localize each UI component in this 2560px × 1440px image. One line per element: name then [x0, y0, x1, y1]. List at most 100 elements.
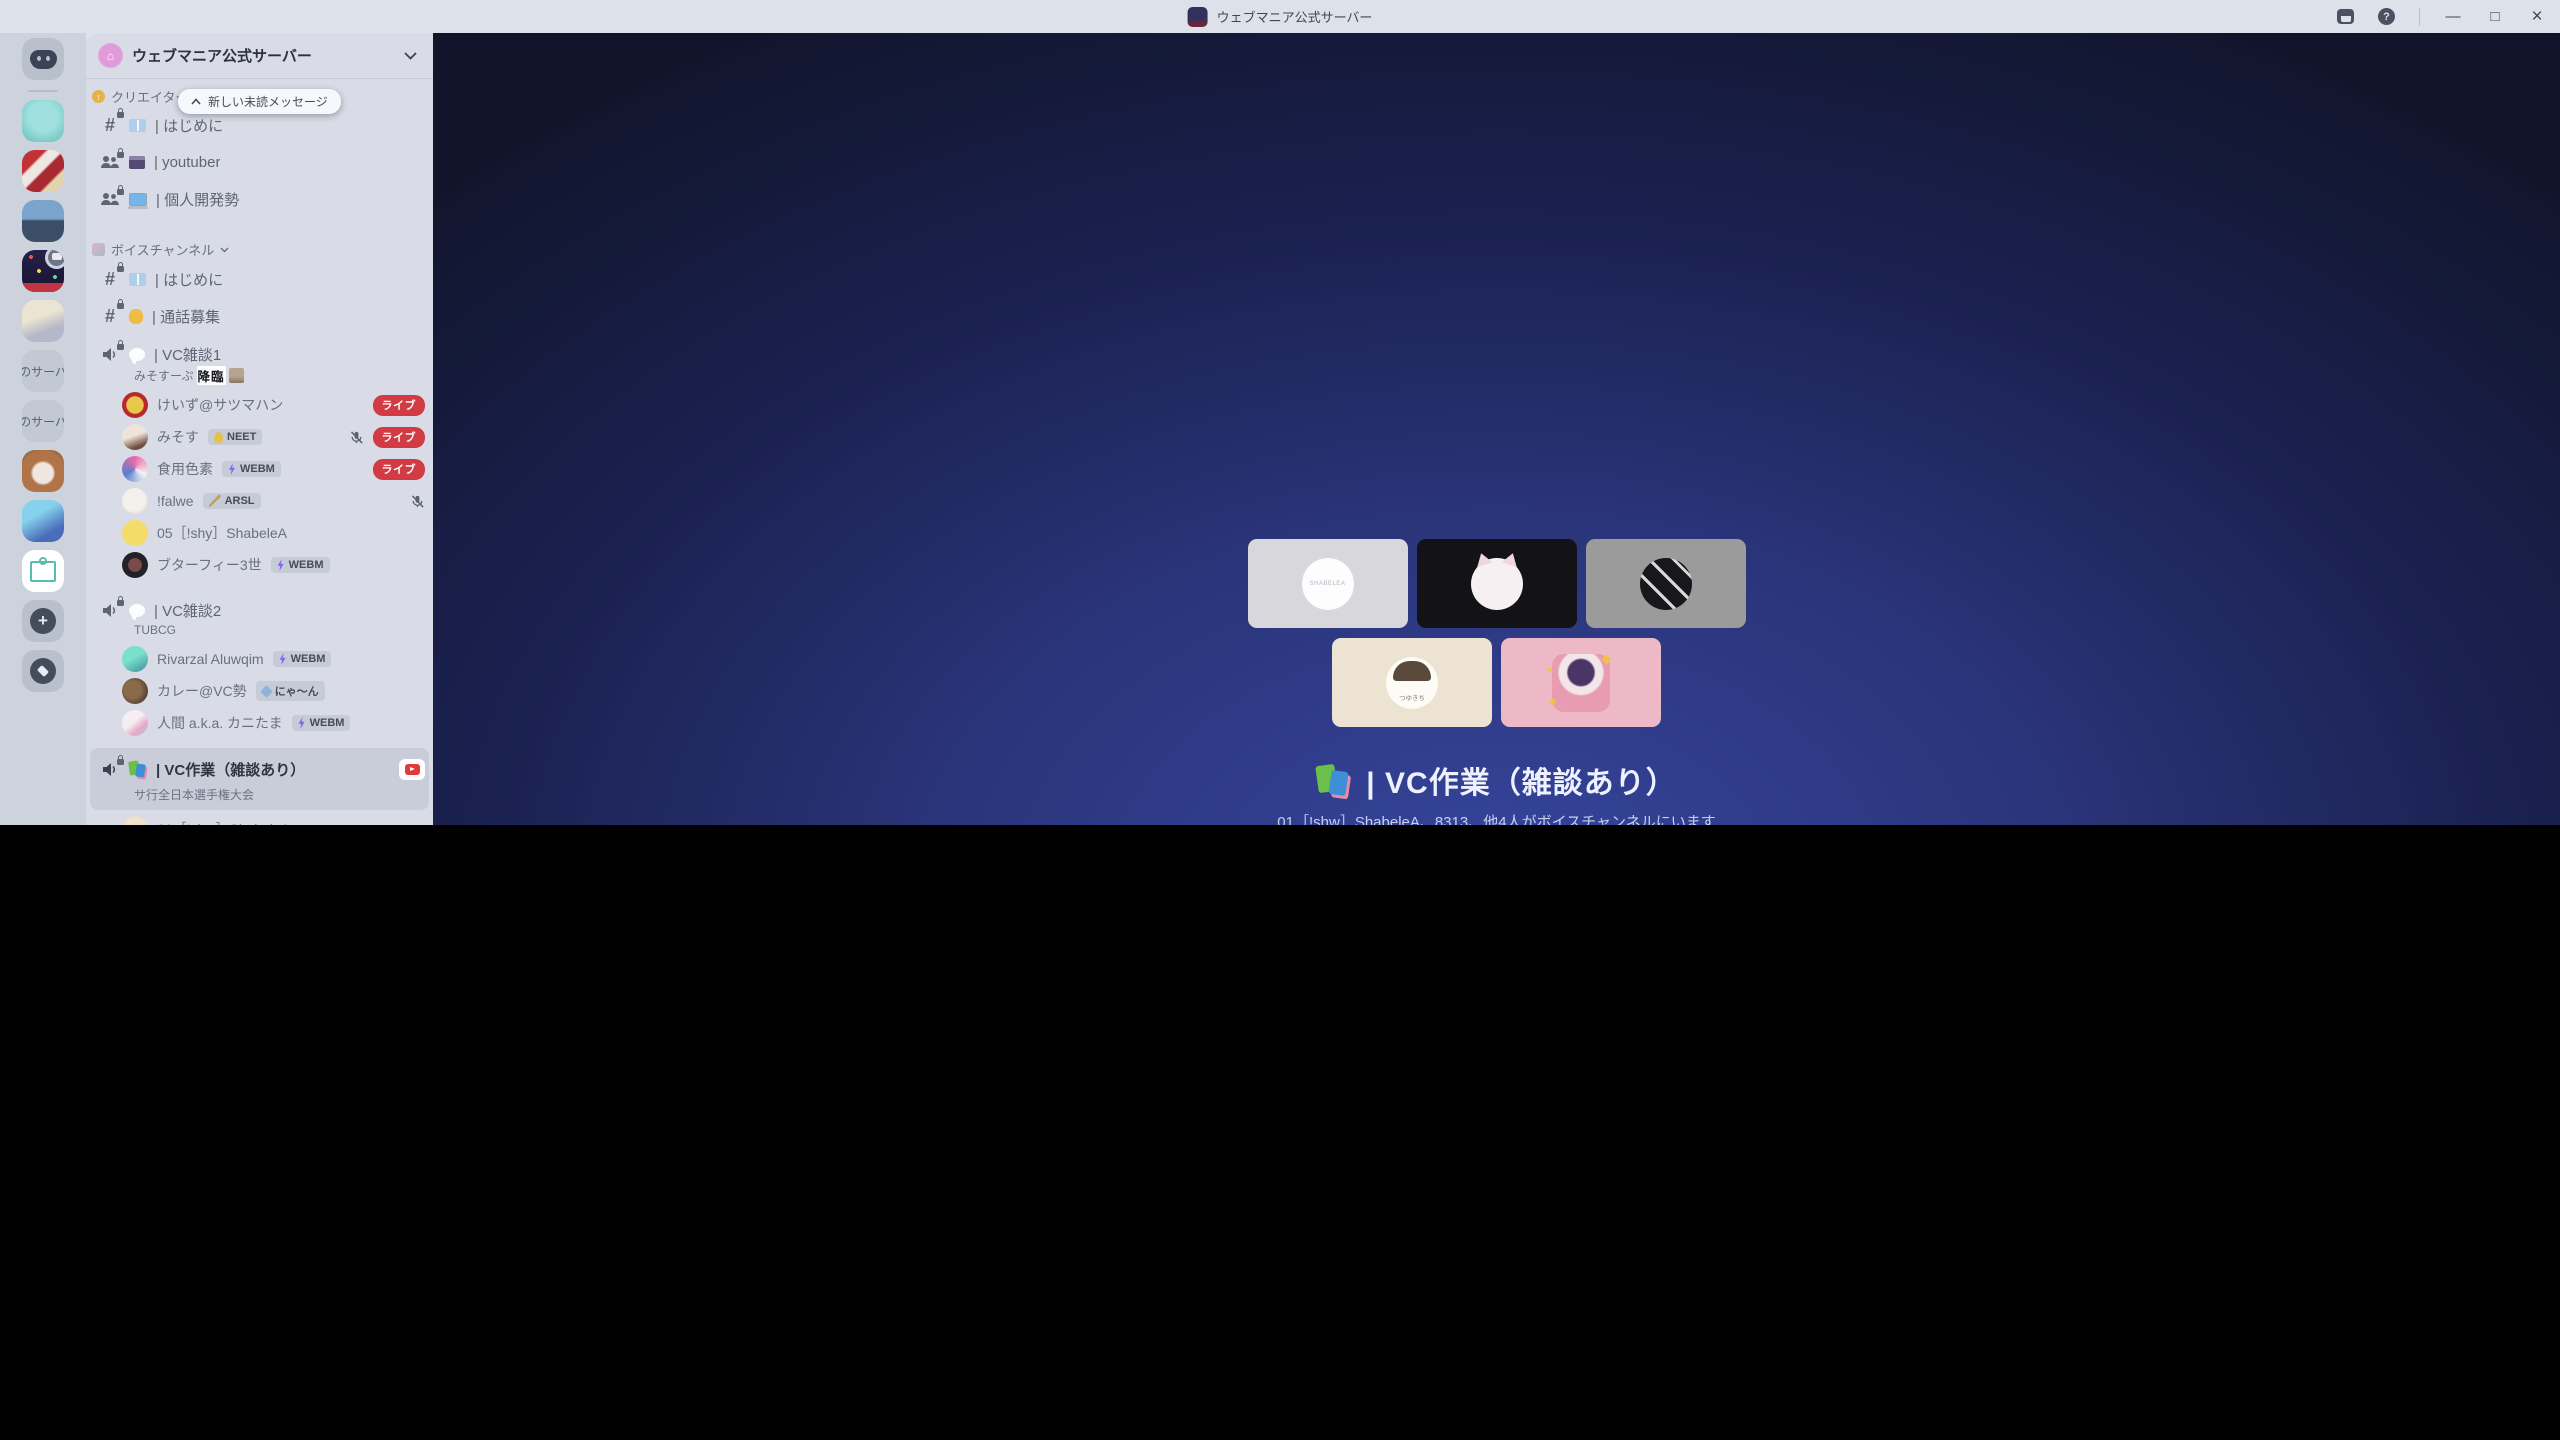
rail-divider: [28, 90, 58, 92]
screen: ウェブマニア公式サーバー ? — □ × のサーバ のサーバ + ⌂ ウェブマニ…: [0, 0, 2560, 1440]
compass-icon: [30, 658, 56, 684]
role-badge: WEBM: [292, 715, 351, 731]
live-badge: ライブ: [373, 459, 426, 480]
voice-channel-vc-zatsudan2[interactable]: | VC雑談2: [94, 595, 425, 625]
inbox-icon[interactable]: [2337, 9, 2354, 24]
titlebar-controls: ? — □ ×: [2337, 0, 2546, 33]
participant-tile[interactable]: [1586, 539, 1746, 628]
titlebar-divider: [2419, 8, 2420, 26]
purple-bolt-icon: [279, 653, 287, 665]
explore-servers-button[interactable]: [22, 650, 64, 692]
discord-window: ウェブマニア公式サーバー ? — □ × のサーバ のサーバ + ⌂ ウェブマニ…: [0, 0, 2560, 825]
clapperboard-emoji: [129, 156, 145, 169]
member-name: 05［!shy］ShabeleA: [157, 523, 287, 543]
channel-row[interactable]: | VC作業（雑談あり）: [94, 754, 425, 784]
chevron-down-icon: [404, 52, 417, 60]
server-header-dropdown[interactable]: ⌂ ウェブマニア公式サーバー: [86, 33, 433, 79]
channel-kojinkaihatsu[interactable]: | 個人開発勢: [94, 184, 425, 214]
voice-status: サ行全日本選手権大会: [134, 786, 421, 803]
avatar: [122, 392, 148, 418]
server-cat-sunglasses[interactable]: [22, 450, 64, 492]
category-voice-channels[interactable]: ボイスチャンネル: [92, 240, 229, 259]
live-badge: ライブ: [373, 395, 426, 416]
role-badge: WEBM: [273, 651, 332, 667]
channel-label: | 通話募集: [152, 306, 220, 327]
maximize-button[interactable]: □: [2486, 8, 2504, 26]
server-text-initial[interactable]: のサーバ: [22, 400, 64, 442]
voice-stage: SHABELEA つゆきち | VC作業（雑談あり） 01［!shw］Shabe…: [433, 33, 2560, 825]
server-teal-face[interactable]: [22, 100, 64, 142]
voice-member-row[interactable]: けいず@サツマハン ライブ: [122, 391, 425, 419]
speech-bubble-emoji: [129, 348, 145, 361]
participant-tile[interactable]: SHABELEA: [1248, 539, 1408, 628]
voice-member-row[interactable]: 05［!shy］ShabeleA: [122, 519, 425, 547]
new-unread-messages-pill[interactable]: 新しい未読メッセージ: [178, 89, 341, 114]
channel-label: | VC雑談2: [154, 600, 221, 621]
discord-home-button[interactable]: [22, 38, 64, 80]
voice-member-row[interactable]: !falwe ARSL: [122, 487, 425, 515]
channel-label: | VC雑談1: [154, 344, 221, 365]
mic-muted-icon: [349, 430, 364, 445]
speaker-lock-icon: [100, 762, 120, 777]
help-icon[interactable]: ?: [2378, 8, 2395, 25]
voice-channel-vc-zatsudan1[interactable]: | VC雑談1: [94, 339, 425, 369]
minimize-button[interactable]: —: [2444, 8, 2462, 26]
role-badge: にゃ～ん: [256, 681, 325, 701]
participant-avatar: [1640, 558, 1692, 610]
tile-row-2: つゆきち: [1332, 638, 1661, 727]
unread-pill-label: 新しい未読メッセージ: [208, 93, 328, 110]
purple-bolt-icon: [277, 559, 285, 571]
forum-lock-icon: [100, 155, 120, 170]
books-emoji: [129, 761, 147, 777]
participant-tile[interactable]: つゆきち: [1332, 638, 1492, 727]
server-webmania-selected[interactable]: [22, 250, 64, 292]
channel-hajimeni[interactable]: # | はじめに: [94, 110, 425, 140]
hash-lock-icon: #: [100, 115, 120, 136]
youtube-badge-icon: [399, 759, 425, 780]
voice-member-row[interactable]: みそす NEET ライブ: [122, 423, 425, 451]
voice-status: みそすーぷ降臨: [134, 366, 425, 385]
live-badge: ライブ: [373, 427, 426, 448]
voice-member-row[interactable]: カレー@VC勢 にゃ～ん: [122, 677, 425, 705]
voice-member-row[interactable]: 01［!shw］ShabeleA: [122, 815, 425, 825]
face-emoji: [229, 368, 244, 383]
channel-tsuwabosyu[interactable]: # | 通話募集: [94, 301, 425, 331]
voice-member-row[interactable]: ブターフィー3世 WEBM: [122, 551, 425, 579]
role-badge: ARSL: [203, 493, 261, 509]
server-anime-girl[interactable]: [22, 300, 64, 342]
member-name: 食用色素: [157, 459, 213, 479]
laptop-emoji: [129, 193, 147, 206]
plus-icon: +: [30, 608, 56, 634]
voice-channel-title: | VC作業（雑談あり）: [1316, 758, 1676, 802]
channel-youtuber[interactable]: | youtuber: [94, 147, 425, 177]
mic-muted-icon: [410, 494, 425, 509]
channel-label: | youtuber: [154, 154, 220, 171]
avatar: [122, 552, 148, 578]
close-button[interactable]: ×: [2528, 8, 2546, 26]
voice-member-row[interactable]: 食用色素 WEBM ライブ: [122, 455, 425, 483]
server-name: ウェブマニア公式サーバー: [132, 45, 393, 66]
role-badge: NEET: [208, 429, 262, 445]
server-suit-man[interactable]: [22, 200, 64, 242]
participant-avatar: つゆきち: [1386, 657, 1438, 709]
stage-content: SHABELEA つゆきち | VC作業（雑談あり） 01［!shw］Shabe…: [1248, 539, 1746, 825]
member-name: カレー@VC勢: [157, 681, 247, 701]
server-red-flag[interactable]: [22, 150, 64, 192]
voice-member-row[interactable]: Rivarzal Aluwqim WEBM: [122, 645, 425, 673]
server-easel[interactable]: [22, 550, 64, 592]
add-server-button[interactable]: +: [22, 600, 64, 642]
server-text-initial[interactable]: のサーバ: [22, 350, 64, 392]
participant-tile[interactable]: [1417, 539, 1577, 628]
hash-lock-icon: #: [100, 306, 120, 327]
server-miku[interactable]: [22, 500, 64, 542]
category-emoji: [92, 243, 105, 256]
avatar: [122, 424, 148, 450]
voice-member-row[interactable]: 人間 a.k.a. カニたま WEBM: [122, 709, 425, 737]
category-label: ボイスチャンネル: [111, 240, 214, 259]
open-book-emoji: [129, 273, 146, 286]
participant-tile[interactable]: [1501, 638, 1661, 727]
voice-channel-vc-sagyo-selected[interactable]: | VC作業（雑談あり） サ行全日本選手権大会: [90, 748, 429, 810]
speech-bubble-emoji: [129, 604, 145, 617]
channel-hajimeni-2[interactable]: # | はじめに: [94, 264, 425, 294]
kourin-stamp: 降臨: [197, 366, 226, 385]
